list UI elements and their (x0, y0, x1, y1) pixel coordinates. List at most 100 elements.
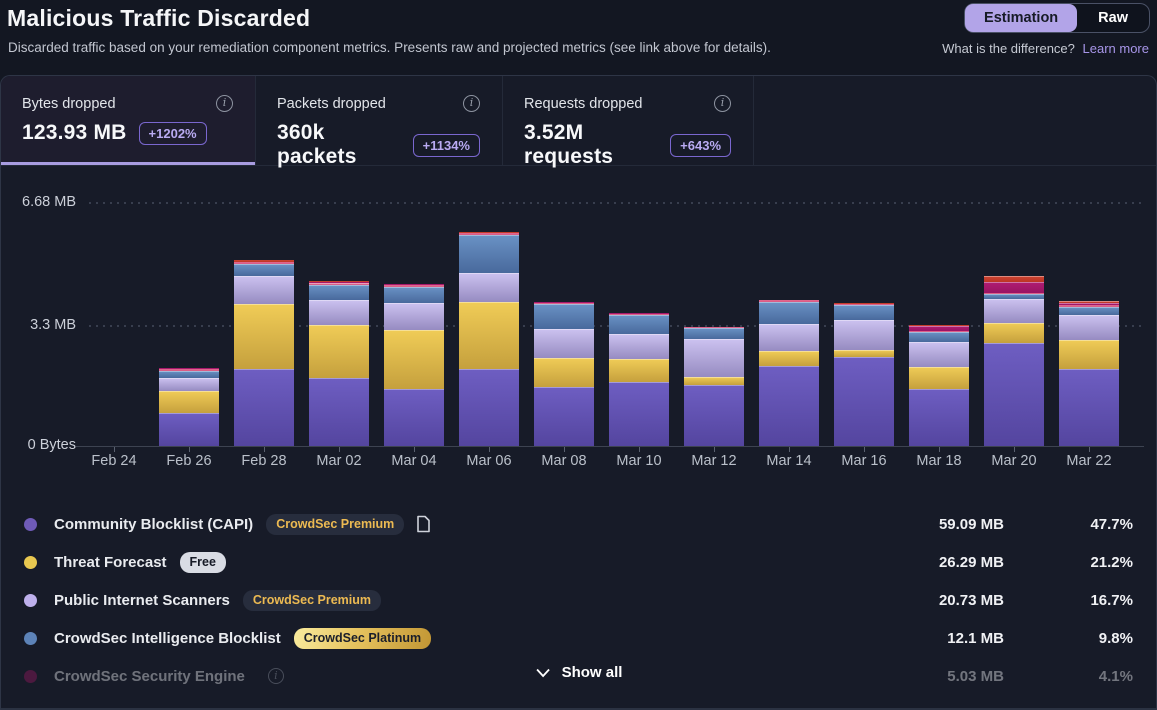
stacked-bar-mar-14[interactable] (759, 300, 819, 446)
bar-segment-1 (309, 378, 369, 446)
tab-label: Bytes dropped (22, 96, 116, 112)
plan-badge-platinum: CrowdSec Platinum (294, 628, 431, 649)
series-total-value: 12.1 MB (854, 630, 1004, 647)
estimation-raw-toggle: Estimation Raw (964, 3, 1150, 33)
bar-segment-2 (909, 367, 969, 389)
bar-segment-1 (1059, 369, 1119, 446)
bar-segment-2 (234, 304, 294, 369)
bar-segment-3 (159, 378, 219, 391)
chevron-down-icon (535, 668, 551, 678)
series-percentage: 16.7% (1004, 592, 1133, 609)
series-name: CrowdSec Intelligence Blocklist (54, 630, 281, 647)
x-axis-tick (939, 447, 940, 452)
toggle-estimation-button[interactable]: Estimation (965, 4, 1077, 32)
stacked-bar-mar-10[interactable] (609, 313, 669, 446)
bar-segment-1 (984, 343, 1044, 446)
page-title: Malicious Traffic Discarded (7, 5, 310, 32)
delta-badge: +1202% (139, 122, 207, 145)
legend-row[interactable]: Community Blocklist (CAPI)CrowdSec Premi… (1, 505, 1156, 543)
traffic-bar-chart: 6.68 MB3.3 MB0 BytesFeb 24Feb 26Feb 28Ma… (1, 166, 1156, 481)
bar-segment-1 (234, 369, 294, 446)
stacked-bar-mar-22[interactable] (1059, 301, 1119, 446)
tab-requests-dropped[interactable]: Requests dropped i 3.52M requests +643% (503, 76, 754, 165)
bar-segment-2 (1059, 340, 1119, 368)
stacked-bar-feb-28[interactable] (234, 260, 294, 446)
legend-row[interactable]: CrowdSec Intelligence Blocklist CrowdSec … (1, 619, 1156, 657)
tab-packets-dropped[interactable]: Packets dropped i 360k packets +1134% (256, 76, 503, 165)
tab-bytes-dropped[interactable]: Bytes dropped i 123.93 MB +1202% (1, 76, 256, 165)
y-gridline (89, 202, 1144, 204)
help-question-text: What is the difference? (942, 41, 1075, 56)
stacked-bar-mar-04[interactable] (384, 284, 444, 446)
stacked-bar-mar-06[interactable] (459, 232, 519, 446)
stacked-bar-mar-02[interactable] (309, 281, 369, 446)
x-axis-tick (789, 447, 790, 452)
x-axis-tick (414, 447, 415, 452)
chart-legend: Community Blocklist (CAPI)CrowdSec Premi… (1, 481, 1156, 710)
bar-segment-6 (984, 282, 1044, 293)
bar-segment-4 (459, 235, 519, 274)
series-percentage: 9.8% (1004, 630, 1133, 647)
tab-value: 123.93 MB (22, 121, 127, 145)
bar-segment-3 (234, 276, 294, 304)
bar-segment-1 (609, 382, 669, 446)
x-axis-tick (114, 447, 115, 452)
tab-label: Requests dropped (524, 96, 643, 112)
series-total-value: 59.09 MB (854, 516, 1004, 533)
learn-more-link[interactable]: Learn more (1083, 41, 1149, 56)
metric-tab-bar: Bytes dropped i 123.93 MB +1202% Packets… (1, 76, 1156, 166)
info-icon[interactable]: i (216, 95, 233, 112)
series-color-dot (24, 594, 37, 607)
y-axis-tick-label: 3.3 MB (14, 317, 76, 333)
series-total-value: 26.29 MB (854, 554, 1004, 571)
x-axis-tick (339, 447, 340, 452)
stacked-bar-mar-18[interactable] (909, 325, 969, 446)
bar-segment-2 (159, 391, 219, 413)
bar-segment-3 (459, 273, 519, 301)
stacked-bar-mar-08[interactable] (534, 302, 594, 446)
bar-segment-1 (684, 385, 744, 446)
series-percentage: 21.2% (1004, 554, 1133, 571)
bar-segment-4 (384, 287, 444, 304)
stacked-bar-mar-20[interactable] (984, 276, 1044, 446)
series-color-dot (24, 670, 37, 683)
bar-segment-2 (309, 325, 369, 379)
series-name: CrowdSec Security Engine (54, 668, 245, 685)
x-axis-tick (489, 447, 490, 452)
series-total-value: 20.73 MB (854, 592, 1004, 609)
y-axis-tick-label: 0 Bytes (14, 437, 76, 453)
stacked-bar-feb-26[interactable] (159, 368, 219, 446)
info-icon[interactable]: i (714, 95, 731, 112)
help-line: What is the difference? Learn more (942, 41, 1149, 56)
toggle-raw-button[interactable]: Raw (1077, 4, 1149, 32)
bar-segment-4 (759, 302, 819, 324)
series-percentage: 47.7% (1004, 516, 1133, 533)
tab-value: 360k packets (277, 121, 401, 169)
bar-segment-4 (834, 305, 894, 320)
bar-segment-4 (234, 264, 294, 276)
bar-segment-1 (759, 366, 819, 446)
x-axis-tick (264, 447, 265, 452)
legend-row[interactable]: Public Internet ScannersCrowdSec Premium… (1, 581, 1156, 619)
document-icon[interactable] (416, 515, 431, 533)
bar-segment-1 (384, 389, 444, 446)
bar-segment-3 (609, 334, 669, 359)
bar-segment-4 (909, 332, 969, 341)
bar-segment-3 (759, 324, 819, 351)
delta-badge: +643% (670, 134, 731, 157)
bar-segment-3 (984, 299, 1044, 323)
tab-bar-filler (754, 76, 1156, 165)
stacked-bar-mar-16[interactable] (834, 303, 894, 446)
bar-segment-1 (834, 357, 894, 446)
bar-segment-4 (309, 285, 369, 300)
legend-row[interactable]: Threat ForecastFree26.29 MB21.2% (1, 543, 1156, 581)
stacked-bar-mar-12[interactable] (684, 327, 744, 446)
info-icon[interactable]: i (463, 95, 480, 112)
x-axis-line (76, 446, 1144, 447)
x-axis-tick (639, 447, 640, 452)
bar-segment-3 (834, 320, 894, 349)
info-icon[interactable]: i (268, 668, 284, 684)
show-all-button[interactable]: Show all (535, 664, 623, 681)
bar-segment-2 (984, 323, 1044, 343)
y-axis-tick-label: 6.68 MB (14, 194, 76, 210)
